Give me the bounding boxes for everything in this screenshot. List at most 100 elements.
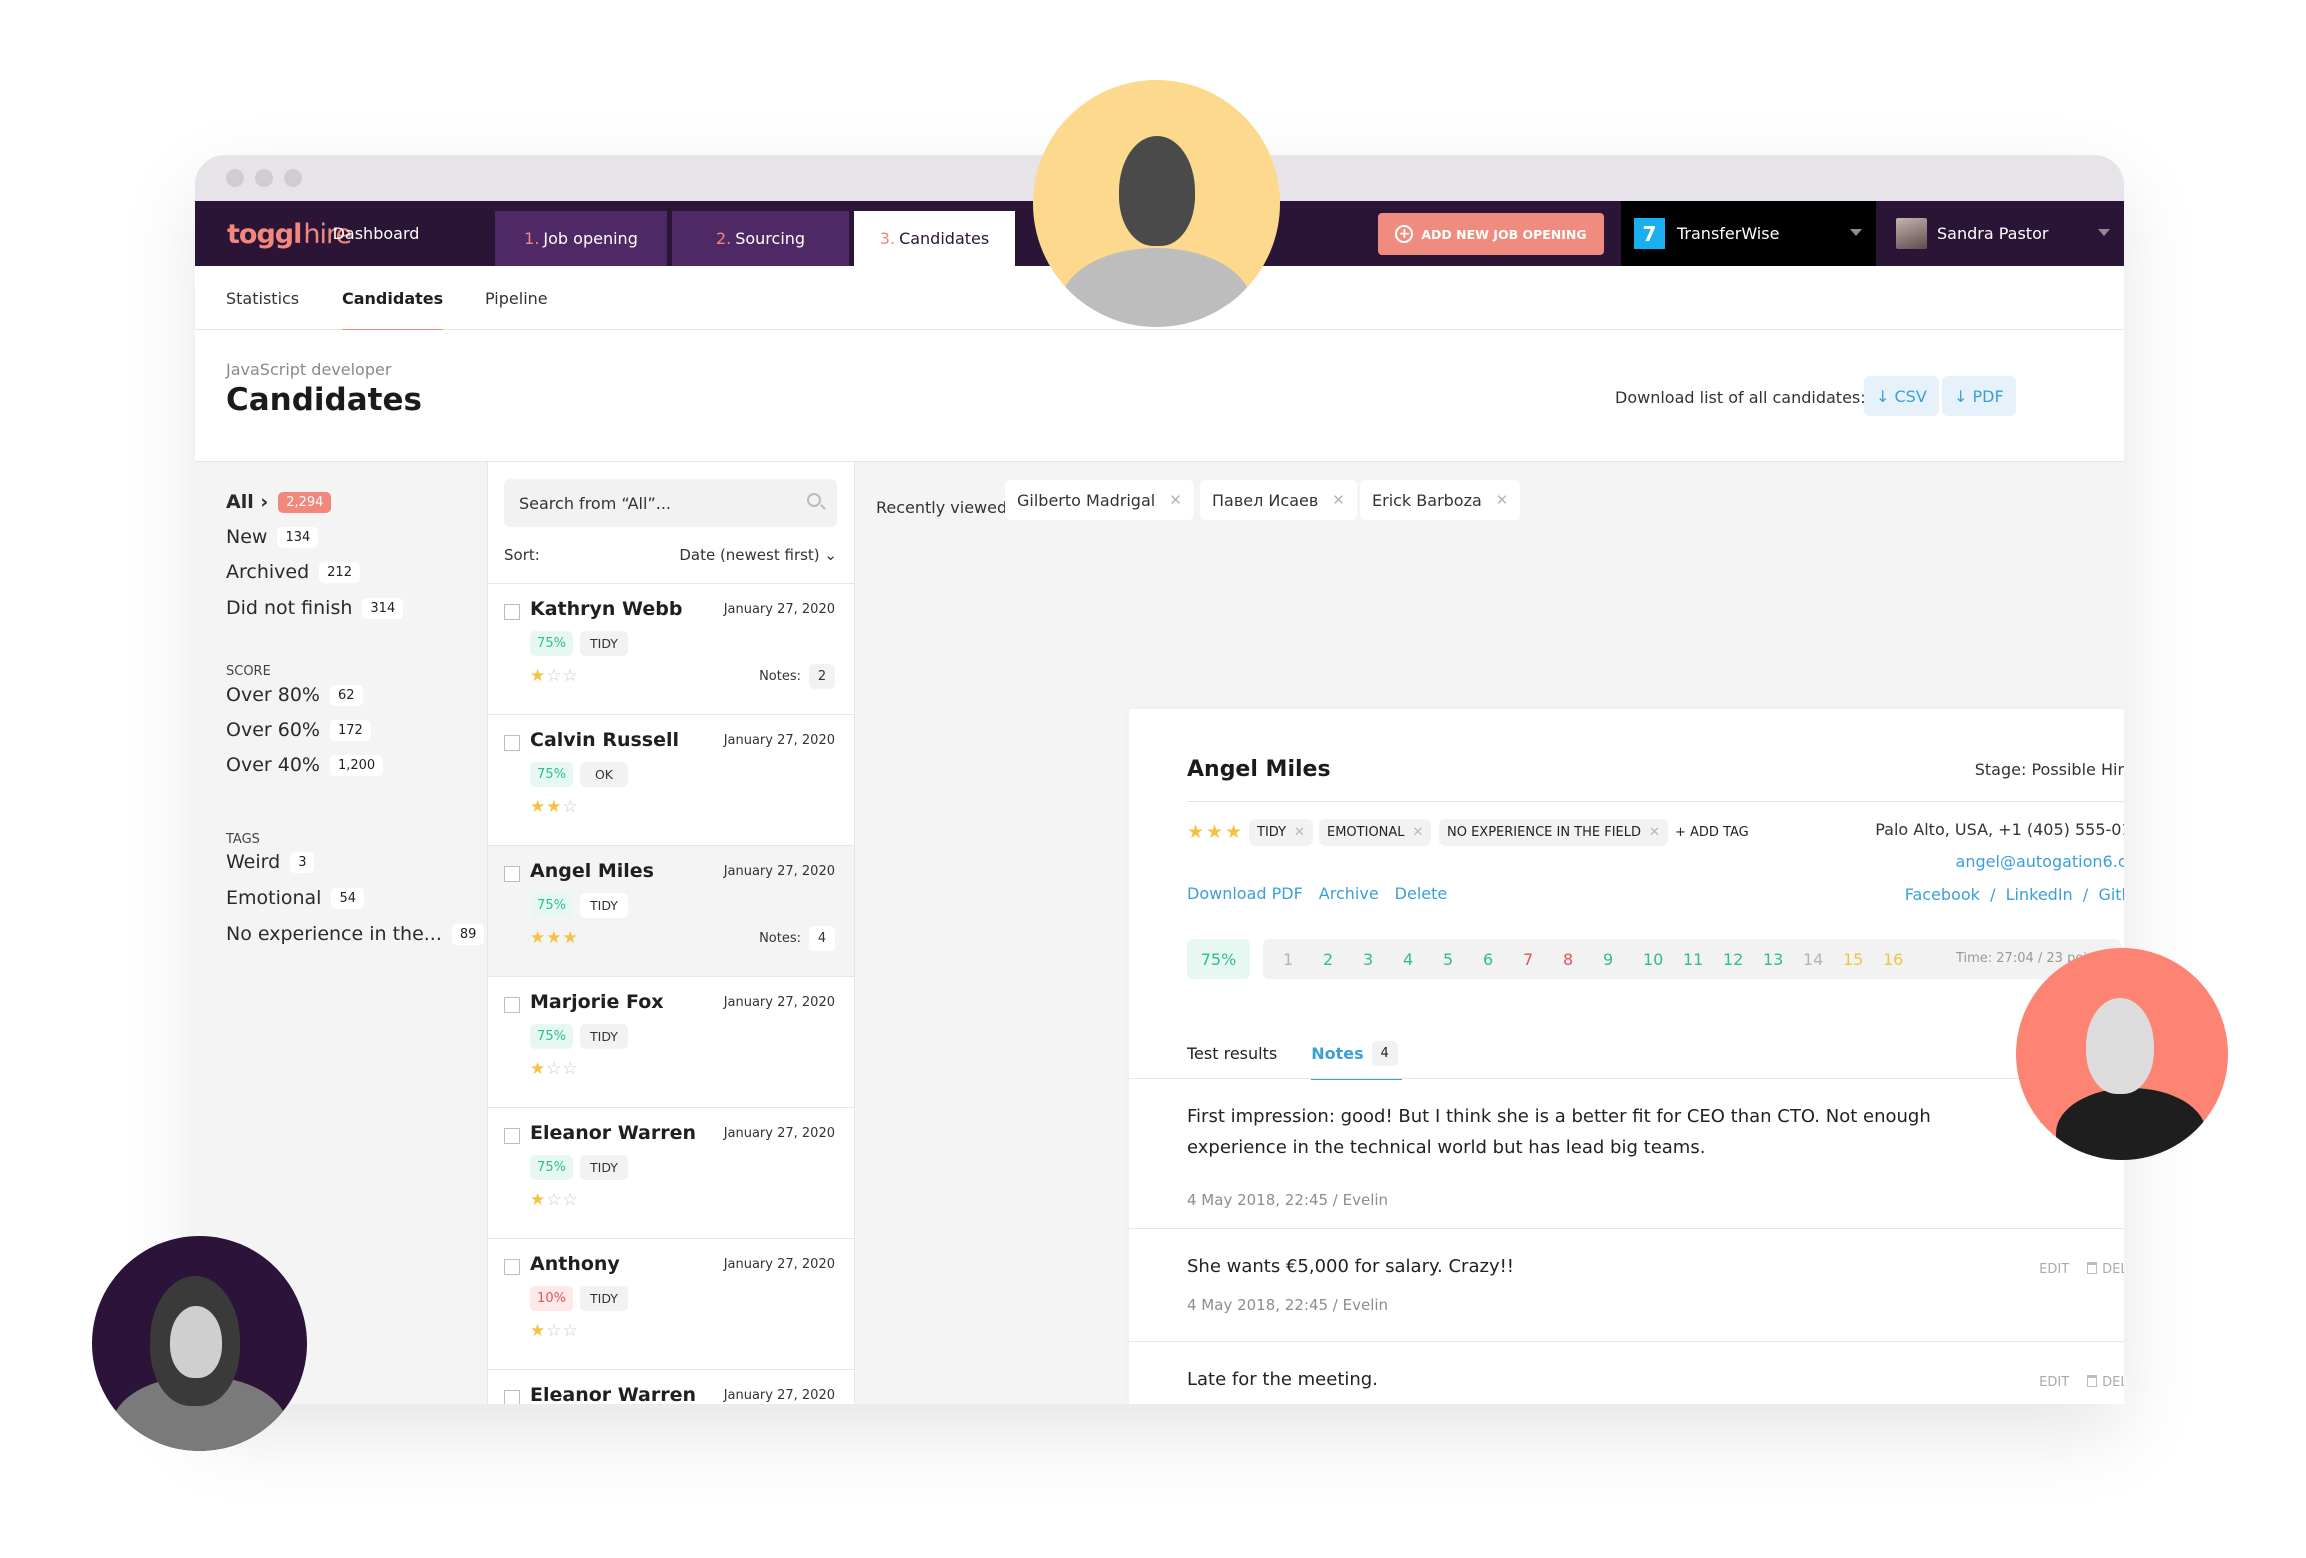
- rating-stars[interactable]: ★★★: [1187, 821, 1244, 843]
- candidate-row[interactable]: Eleanor Warren January 27, 2020 75% TIDY ★☆☆: [488, 1107, 854, 1238]
- filter-count: 2,294: [278, 491, 332, 513]
- rating-stars[interactable]: ★★☆: [530, 797, 579, 817]
- question-number[interactable]: 16: [1883, 950, 1903, 969]
- company-switcher[interactable]: 7 TransferWise: [1621, 201, 1876, 266]
- rating-stars[interactable]: ★☆☆: [530, 1190, 579, 1210]
- question-number[interactable]: 15: [1843, 950, 1863, 969]
- filter-tag-emotional[interactable]: Emotional 54: [226, 887, 365, 909]
- subtab-pipeline[interactable]: Pipeline: [485, 266, 548, 330]
- filter-score-40[interactable]: Over 40% 1,200: [226, 754, 384, 776]
- filter-did-not-finish[interactable]: Did not finish 314: [226, 597, 404, 619]
- github-link[interactable]: Github: [2098, 885, 2124, 904]
- filter-score-80[interactable]: Over 80% 62: [226, 684, 363, 706]
- window-close-dot[interactable]: [226, 169, 244, 187]
- candidate-row[interactable]: Angel Miles January 27, 2020 75% TIDY ★★★ Not…: [488, 845, 854, 976]
- tag-chip[interactable]: TIDY ✕: [1249, 819, 1313, 846]
- filter-label: New: [226, 526, 268, 548]
- filter-score-60[interactable]: Over 60% 172: [226, 719, 371, 741]
- candidate-row[interactable]: Calvin Russell January 27, 2020 75% OK ★★☆: [488, 714, 854, 845]
- filter-archived[interactable]: Archived 212: [226, 561, 360, 583]
- star-icon: ☆: [562, 1059, 579, 1079]
- transferwise-logo-icon: 7: [1634, 218, 1665, 249]
- question-number[interactable]: 5: [1443, 950, 1453, 969]
- checkbox[interactable]: [504, 735, 520, 751]
- score-badge: 75%: [530, 1024, 573, 1049]
- download-csv-button[interactable]: ↓ CSV: [1864, 376, 1939, 416]
- question-number[interactable]: 10: [1643, 950, 1663, 969]
- window-maximize-dot[interactable]: [284, 169, 302, 187]
- close-icon[interactable]: ✕: [1169, 491, 1182, 509]
- filter-tag-no-experience[interactable]: No experience in the... 89: [226, 923, 485, 945]
- download-pdf-button[interactable]: ↓ PDF: [1942, 376, 2016, 416]
- close-icon[interactable]: ✕: [1332, 491, 1345, 509]
- candidate-row[interactable]: Anthony January 27, 2020 10% TIDY ★☆☆: [488, 1238, 854, 1369]
- nav-tab-sourcing[interactable]: 2. Sourcing: [672, 211, 849, 266]
- question-number[interactable]: 4: [1403, 950, 1413, 969]
- stage-dropdown[interactable]: Stage: Possible Hire ⌄: [1975, 760, 2124, 779]
- tab-test-results[interactable]: Test results: [1187, 1044, 1277, 1063]
- filter-all[interactable]: All › 2,294: [226, 491, 332, 513]
- facebook-link[interactable]: Facebook: [1905, 885, 1980, 904]
- candidate-row[interactable]: Kathryn Webb January 27, 2020 75% TIDY ★☆☆ No…: [488, 583, 854, 714]
- rating-stars[interactable]: ★☆☆: [530, 1059, 579, 1079]
- candidate-row[interactable]: Eleanor Warren January 27, 2020: [488, 1369, 854, 1404]
- checkbox[interactable]: [504, 997, 520, 1013]
- add-tag-button[interactable]: + ADD TAG: [1675, 825, 1749, 840]
- question-number[interactable]: 2: [1323, 950, 1333, 969]
- checkbox[interactable]: [504, 1128, 520, 1144]
- nav-dashboard[interactable]: Dashboard: [321, 201, 431, 266]
- question-number[interactable]: 7: [1523, 950, 1533, 969]
- question-number[interactable]: 3: [1363, 950, 1373, 969]
- question-number[interactable]: 1: [1283, 950, 1293, 969]
- question-number[interactable]: 8: [1563, 950, 1573, 969]
- nav-tab-job-opening[interactable]: 1. Job opening: [495, 211, 667, 266]
- score-badge: 75%: [530, 631, 573, 656]
- archive-link[interactable]: Archive: [1319, 884, 1379, 903]
- user-menu[interactable]: Sandra Pastor: [1876, 201, 2124, 266]
- candidate-email-link[interactable]: angel@autogation6.com: [1956, 852, 2124, 871]
- recent-chip[interactable]: Erick Barboza ✕: [1360, 480, 1521, 520]
- sort-dropdown[interactable]: Date (newest first) ⌄: [679, 546, 837, 564]
- window-minimize-dot[interactable]: [255, 169, 273, 187]
- recent-chip[interactable]: Павел Исаев ✕: [1200, 480, 1357, 520]
- tab-label: Job opening: [543, 229, 638, 248]
- close-icon[interactable]: ✕: [1413, 825, 1424, 840]
- download-pdf-link[interactable]: Download PDF: [1187, 884, 1303, 903]
- checkbox[interactable]: [504, 604, 520, 620]
- tag-chip[interactable]: EMOTIONAL ✕: [1319, 819, 1432, 846]
- search-input[interactable]: Search from “All”...: [504, 479, 837, 527]
- question-number[interactable]: 13: [1763, 950, 1783, 969]
- tab-number: 1.: [524, 229, 540, 248]
- checkbox[interactable]: [504, 1259, 520, 1275]
- filter-tag-weird[interactable]: Weird 3: [226, 851, 315, 873]
- question-number[interactable]: 9: [1603, 950, 1613, 969]
- rating-stars[interactable]: ★★★: [530, 928, 579, 948]
- checkbox[interactable]: [504, 1390, 520, 1404]
- tag-chip[interactable]: NO EXPERIENCE IN THE FIELD ✕: [1439, 819, 1668, 846]
- linkedin-link[interactable]: LinkedIn: [2006, 885, 2073, 904]
- add-job-opening-button[interactable]: + ADD NEW JOB OPENING: [1378, 213, 1604, 255]
- question-number[interactable]: 6: [1483, 950, 1493, 969]
- edit-button[interactable]: EDIT: [2039, 1262, 2069, 1277]
- subtab-statistics[interactable]: Statistics: [226, 266, 299, 330]
- delete-button[interactable]: DELETE: [2087, 1262, 2124, 1277]
- checkbox[interactable]: [504, 866, 520, 882]
- question-number[interactable]: 14: [1803, 950, 1823, 969]
- candidate-row[interactable]: Marjorie Fox January 27, 2020 75% TIDY ★☆☆: [488, 976, 854, 1107]
- rating-stars[interactable]: ★☆☆: [530, 666, 579, 686]
- recent-chip[interactable]: Gilberto Madrigal ✕: [1005, 480, 1194, 520]
- nav-tab-candidates[interactable]: 3. Candidates: [854, 211, 1015, 266]
- close-icon[interactable]: ✕: [1649, 825, 1660, 840]
- close-icon[interactable]: ✕: [1294, 825, 1305, 840]
- rating-stars[interactable]: ★☆☆: [530, 1321, 579, 1341]
- delete-button[interactable]: DELETE: [2087, 1375, 2124, 1390]
- delete-link[interactable]: Delete: [1395, 884, 1448, 903]
- subtab-candidates[interactable]: Candidates: [342, 266, 444, 331]
- question-number[interactable]: 11: [1683, 950, 1703, 969]
- close-icon[interactable]: ✕: [1496, 491, 1509, 509]
- tab-notes[interactable]: Notes: [1311, 1044, 1403, 1080]
- filter-new[interactable]: New 134: [226, 526, 319, 548]
- question-number[interactable]: 12: [1723, 950, 1743, 969]
- edit-button[interactable]: EDIT: [2039, 1375, 2069, 1390]
- candidate-name: Marjorie Fox: [530, 991, 664, 1013]
